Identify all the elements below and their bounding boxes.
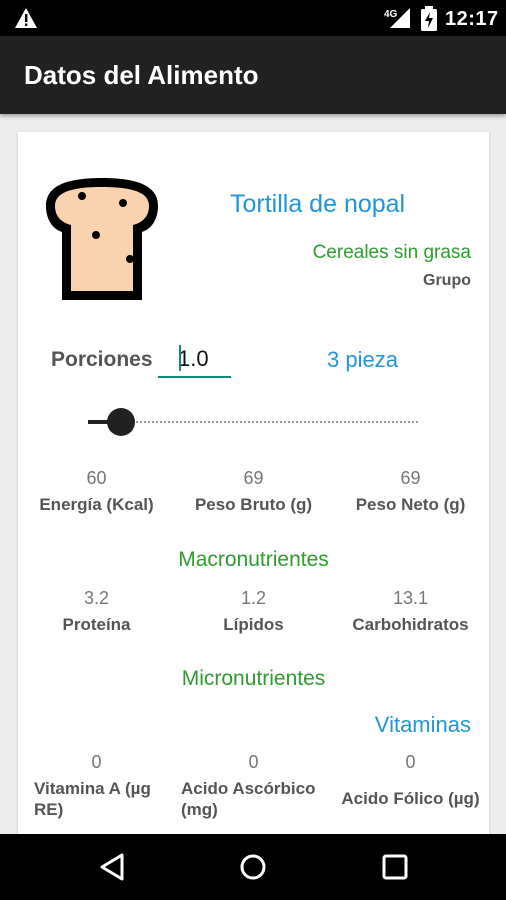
micro-cell: 0 Acido Fólico (µg) xyxy=(332,752,489,820)
portions-label: Porciones xyxy=(51,348,153,371)
summary-cell: 69 Peso Neto (g) xyxy=(332,468,489,515)
net-weight-value: 69 xyxy=(400,468,421,488)
status-time: 12:17 xyxy=(445,8,499,30)
protein-value: 3.2 xyxy=(83,588,110,608)
toolbar-title: Datos del Alimento xyxy=(24,60,259,90)
gross-weight-value: 69 xyxy=(243,468,264,488)
bread-icon xyxy=(44,172,160,311)
macronutrients-title: Macronutrientes xyxy=(178,548,329,571)
summary-cell: 69 Peso Bruto (g) xyxy=(175,468,332,515)
micronutrients-title: Micronutrientes xyxy=(181,667,326,690)
micro-cell: 0 Vitamina A (µg RE) xyxy=(18,752,175,820)
group-label: Grupo xyxy=(423,272,471,289)
vitamin-a-value: 0 xyxy=(91,752,102,772)
text-cursor xyxy=(179,345,181,371)
lipids-label: Lípidos xyxy=(223,615,284,634)
energy-label: Energía (Kcal) xyxy=(39,495,154,514)
macronutrients-row: 3.2 Proteína 1.2 Lípidos 13.1 Carbohidra… xyxy=(18,588,489,635)
home-icon[interactable] xyxy=(238,852,268,887)
app-toolbar: Datos del Alimento xyxy=(0,36,506,114)
slider-track xyxy=(88,421,418,423)
food-group: Cereales sin grasa xyxy=(312,242,471,263)
battery-icon xyxy=(420,6,438,37)
folic-acid-value: 0 xyxy=(405,752,416,772)
summary-row: 60 Energía (Kcal) 69 Peso Bruto (g) 69 P… xyxy=(18,468,489,515)
micro-cell: 0 Acido Ascórbico (mg) xyxy=(175,752,332,820)
portion-unit: 3 pieza xyxy=(327,347,398,372)
warning-icon xyxy=(14,7,38,34)
vitamins-title: Vitaminas xyxy=(374,712,471,737)
macro-cell: 1.2 Lípidos xyxy=(175,588,332,635)
navigation-bar xyxy=(0,834,506,900)
energy-value: 60 xyxy=(86,468,107,488)
macro-cell: 3.2 Proteína xyxy=(18,588,175,635)
macro-cell: 13.1 Carbohidratos xyxy=(332,588,489,635)
recents-icon[interactable] xyxy=(380,852,410,887)
net-weight-label: Peso Neto (g) xyxy=(355,495,466,514)
slider-thumb[interactable] xyxy=(107,408,135,436)
protein-label: Proteína xyxy=(62,615,131,634)
gross-weight-label: Peso Bruto (g) xyxy=(194,495,313,514)
carbs-value: 13.1 xyxy=(392,588,429,608)
back-icon[interactable] xyxy=(98,852,128,887)
lipids-value: 1.2 xyxy=(240,588,267,608)
status-bar: 4G 12:17 xyxy=(0,0,506,36)
summary-cell: 60 Energía (Kcal) xyxy=(18,468,175,515)
portions-input[interactable] xyxy=(158,342,231,378)
ascorbic-acid-value: 0 xyxy=(248,752,259,772)
food-card: Tortilla de nopal Cereales sin grasa Gru… xyxy=(18,132,489,842)
vitamin-a-label: Vitamina A (µg RE) xyxy=(34,779,151,819)
ascorbic-acid-label: Acido Ascórbico (mg) xyxy=(181,779,316,819)
micronutrients-row: 0 Vitamina A (µg RE) 0 Acido Ascórbico (… xyxy=(18,752,489,820)
svg-text:4G: 4G xyxy=(384,9,398,20)
portions-slider[interactable] xyxy=(88,402,424,442)
signal-icon: 4G xyxy=(384,6,412,35)
food-name: Tortilla de nopal xyxy=(230,190,406,218)
folic-acid-label: Acido Fólico (µg) xyxy=(341,789,480,808)
carbs-label: Carbohidratos xyxy=(352,615,469,634)
